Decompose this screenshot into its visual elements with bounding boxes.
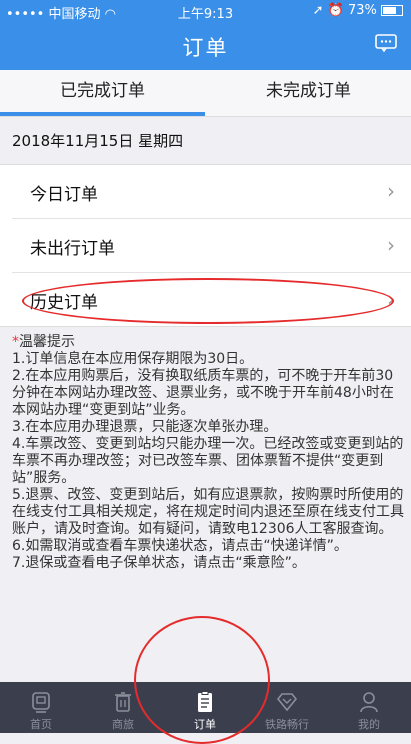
battery-icon (381, 5, 403, 16)
tabbar-label: 首页 (30, 718, 52, 731)
bottom-tab-bar: 首页 商旅 订单 铁路畅行 我的 (0, 682, 411, 733)
tips-section: *温馨提示 1.订单信息在本应用保存期限为30日。 2.在本应用购票后，没有换取… (12, 334, 404, 572)
trash-icon (115, 692, 131, 712)
order-tabs: 已完成订单 未完成订单 (0, 70, 411, 117)
menu-item-history-orders[interactable]: 历史订单 › (12, 273, 411, 326)
battery-label: ➚ ⏰ 73% (313, 3, 403, 18)
person-icon (360, 692, 378, 713)
status-bar: ••••• 中国移动 ◠ 上午9:13 ➚ ⏰ 73% (0, 0, 411, 22)
tip-item: 2.在本应用购票后，没有换取纸质车票的，可不晚于开车前30分钟在本网站办理改签、… (12, 368, 394, 418)
tabbar-item-business[interactable]: 商旅 (82, 682, 164, 733)
tabbar-label: 我的 (358, 718, 380, 731)
menu-item-label: 今日订单 (30, 185, 98, 205)
tip-item: 1.订单信息在本应用保存期限为30日。 (12, 351, 254, 367)
tabbar-item-home[interactable]: 首页 (0, 682, 82, 733)
tips-heading: *温馨提示 (12, 334, 75, 350)
tabbar-item-orders[interactable]: 订单 (164, 682, 246, 733)
app-header: ••••• 中国移动 ◠ 上午9:13 ➚ ⏰ 73% 订单 (0, 0, 411, 70)
chevron-right-icon: › (387, 179, 395, 203)
tip-item: 7.退保或查看电子保单状态，请点击“乘意险”。 (12, 555, 306, 571)
clipboard-icon (198, 691, 212, 712)
menu-item-untraveled-orders[interactable]: 未出行订单 › (12, 219, 411, 273)
order-menu: 今日订单 › 未出行订单 › 历史订单 › (0, 164, 411, 327)
tip-item: 5.退票、改签、变更到站后，如有应退票款，按购票时所使用的在线支付工具相关规定，… (12, 487, 404, 537)
date-line: 2018年11月15日 星期四 (12, 132, 184, 150)
tab-pending-orders[interactable]: 未完成订单 (206, 70, 411, 116)
tabbar-item-railway[interactable]: 铁路畅行 (246, 682, 328, 733)
tabbar-label: 商旅 (112, 718, 134, 731)
menu-item-label: 历史订单 (30, 293, 98, 313)
tabbar-label: 铁路畅行 (265, 718, 309, 731)
tip-item: 6.如需取消或查看车票快递状态，请点击“快递详情”。 (12, 538, 348, 554)
tip-item: 3.在本应用办理退票，只能逐次单张办理。 (12, 419, 278, 435)
alarm-icon: ⏰ (327, 3, 344, 18)
menu-item-label: 未出行订单 (30, 239, 115, 259)
tip-item: 4.车票改签、变更到站均只能办理一次。已经改签或变更到站的车票不再办理改签；对已… (12, 436, 404, 486)
chevron-right-icon: › (387, 233, 395, 257)
chat-icon[interactable] (375, 34, 397, 52)
home-icon (32, 692, 50, 713)
location-icon: ➚ (312, 3, 324, 18)
page-title: 订单 (182, 36, 229, 60)
diamond-icon (276, 693, 298, 712)
tabbar-label: 订单 (194, 718, 216, 731)
menu-item-today-orders[interactable]: 今日订单 › (12, 165, 411, 219)
tabbar-item-mine[interactable]: 我的 (328, 682, 410, 733)
tab-completed-orders[interactable]: 已完成订单 (0, 70, 205, 116)
chevron-right-icon: › (387, 287, 395, 311)
